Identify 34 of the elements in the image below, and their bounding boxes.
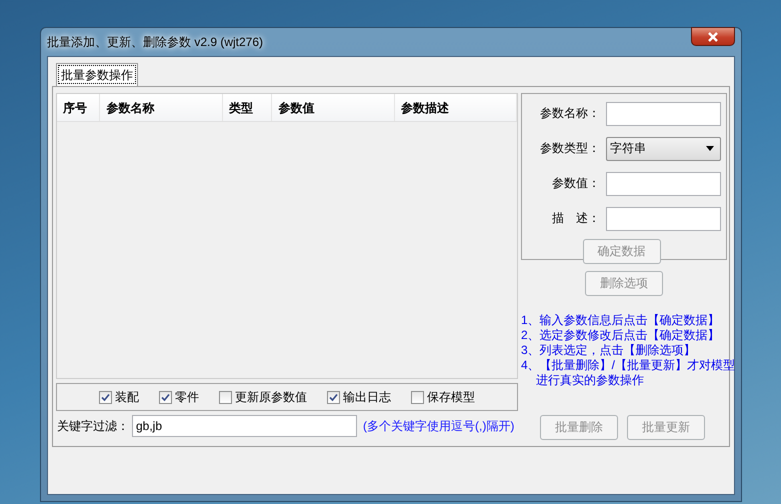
tab[interactable]: 批量参数操作 — [56, 63, 138, 86]
column-header[interactable]: 参数描述 — [395, 94, 518, 121]
checkbox-label: 保存模型 — [427, 388, 475, 406]
field-label: 参数名称： — [540, 105, 600, 122]
checkbox[interactable] — [411, 390, 424, 404]
checkbox[interactable] — [219, 390, 232, 404]
text-field[interactable] — [606, 172, 721, 196]
checkbox[interactable] — [99, 390, 112, 404]
close-button[interactable] — [691, 27, 735, 46]
window-title: 批量添加、更新、删除参数 v2.9 (wjt276) — [47, 34, 264, 51]
filter-hint: (多个关键字使用逗号(,)隔开) — [363, 418, 514, 434]
checkbox[interactable] — [327, 390, 340, 404]
type-dropdown[interactable]: 字符串 — [606, 136, 721, 160]
checkbox[interactable] — [159, 390, 172, 404]
checkbox-label: 零件 — [175, 388, 199, 406]
field-label: 描 述： — [552, 210, 600, 227]
close-icon — [707, 32, 719, 42]
filter-label: 关键字过滤： — [56, 418, 130, 434]
field-label: 参数类型： — [540, 140, 600, 157]
instruction-text: 1、输入参数信息后点击【确定数据】 — [521, 313, 721, 328]
checkbox-label: 输出日志 — [343, 388, 391, 406]
text-field[interactable] — [606, 102, 721, 126]
checkbox-label: 更新原参数值 — [235, 388, 307, 406]
column-header[interactable]: 序号 — [57, 94, 100, 121]
instruction-text: 3、列表选定，点击【删除选项】 — [521, 343, 697, 358]
text-field[interactable] — [606, 206, 721, 230]
checkbox-label: 装配 — [115, 388, 139, 406]
field-label: 参数值： — [552, 175, 600, 192]
column-header[interactable]: 类型 — [223, 94, 272, 121]
column-header[interactable]: 参数值 — [272, 94, 396, 121]
instruction-text: 2、选定参数修改后点击【确定数据】 — [521, 328, 721, 343]
column-header[interactable]: 参数名称 — [100, 94, 224, 121]
keyword-filter-field[interactable]: gb,jb — [132, 415, 357, 437]
dropdown-arrow-icon — [706, 146, 714, 151]
